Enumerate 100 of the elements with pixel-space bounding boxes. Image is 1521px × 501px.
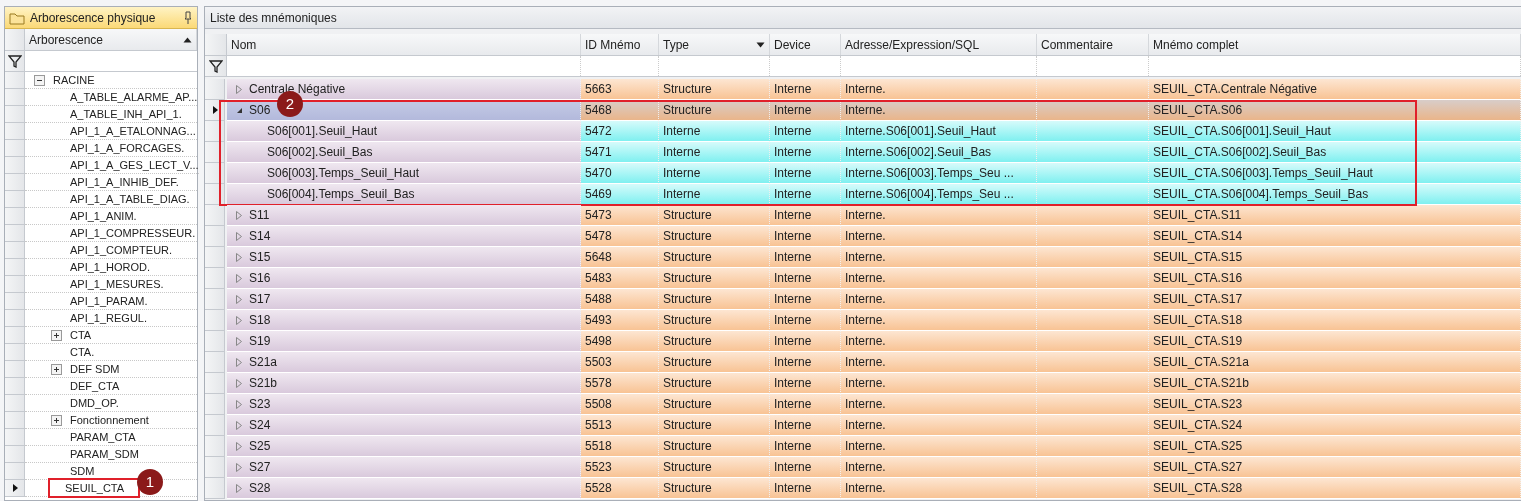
table-cell: Interne bbox=[770, 100, 841, 121]
table-cell: 5513 bbox=[581, 415, 659, 436]
column-header[interactable]: Type bbox=[659, 34, 770, 55]
tree-item[interactable]: API_1_PARAM. bbox=[65, 292, 148, 310]
tree-item[interactable]: API_1_A_GES_LECT_V... bbox=[65, 156, 199, 174]
collapsed-triangle-icon[interactable] bbox=[236, 357, 242, 367]
column-header[interactable]: ID Mnémo bbox=[581, 34, 659, 55]
table-cell: 5648 bbox=[581, 247, 659, 268]
table-row[interactable]: S14 5478 Structure Interne Interne. SEUIL_CTA.S14 bbox=[205, 226, 1521, 247]
table-row[interactable]: S11 5473 Structure Interne Interne. SEUIL_CTA.S11 bbox=[205, 205, 1521, 226]
row-name: S11 bbox=[249, 207, 270, 224]
collapsed-triangle-icon[interactable] bbox=[236, 315, 242, 325]
collapsed-triangle-icon[interactable] bbox=[236, 483, 242, 493]
tree-item[interactable]: API_1_A_TABLE_DIAG. bbox=[65, 190, 190, 208]
tree-item[interactable]: SDM bbox=[65, 462, 95, 480]
tree-item[interactable]: Fonctionnement bbox=[65, 411, 149, 429]
table-cell: 5663 bbox=[581, 79, 659, 100]
table-cell: Interne. bbox=[841, 289, 1037, 310]
table-row[interactable]: S27 5523 Structure Interne Interne. SEUIL_CTA.S27 bbox=[205, 457, 1521, 478]
table-cell: Structure bbox=[659, 226, 770, 247]
collapsed-triangle-icon[interactable] bbox=[236, 231, 242, 241]
row-name: S06[004].Temps_Seuil_Bas bbox=[267, 186, 415, 203]
collapsed-triangle-icon[interactable] bbox=[236, 84, 242, 94]
tree-item[interactable]: API_1_A_FORCAGES. bbox=[65, 139, 185, 157]
table-cell: 5578 bbox=[581, 373, 659, 394]
table-cell: SEUIL_CTA.Centrale Négative bbox=[1149, 79, 1521, 100]
tree-item[interactable]: API_1_A_ETALONNAG... bbox=[65, 122, 196, 140]
expand-icon[interactable] bbox=[51, 414, 62, 426]
table-cell: 5518 bbox=[581, 436, 659, 457]
collapsed-triangle-icon[interactable] bbox=[236, 441, 242, 451]
table-cell: SEUIL_CTA.S11 bbox=[1149, 205, 1521, 226]
table-row[interactable]: S19 5498 Structure Interne Interne. SEUIL_CTA.S19 bbox=[205, 331, 1521, 352]
table-row[interactable]: S28 5528 Structure Interne Interne. SEUIL_CTA.S28 bbox=[205, 478, 1521, 499]
table-cell: SEUIL_CTA.S23 bbox=[1149, 394, 1521, 415]
tree-item[interactable]: API_1_ANIM. bbox=[65, 207, 137, 225]
tree-item[interactable]: PARAM_CTA bbox=[65, 428, 136, 446]
collapsed-triangle-icon[interactable] bbox=[236, 273, 242, 283]
column-header[interactable]: Device bbox=[770, 34, 841, 55]
table-row[interactable]: S21a 5503 Structure Interne Interne. SEUIL_CTA.S21a bbox=[205, 352, 1521, 373]
tree-item[interactable]: DMD_OP. bbox=[65, 394, 119, 412]
table-row[interactable]: S15 5648 Structure Interne Interne. SEUIL_CTA.S15 bbox=[205, 247, 1521, 268]
table-row[interactable]: S24 5513 Structure Interne Interne. SEUIL_CTA.S24 bbox=[205, 415, 1521, 436]
tree-item[interactable]: API_1_MESURES. bbox=[65, 275, 164, 293]
table-row[interactable]: S06[004].Temps_Seuil_Bas 5469 Interne Interne Interne.S06[004].Temps_Seu ... SEUIL_CTA.S06[004].Temps_Seuil_Bas bbox=[205, 184, 1521, 205]
tree-item[interactable]: API_1_REGUL. bbox=[65, 309, 148, 327]
table-row[interactable]: S06 2 5468 Structure Interne Interne. SEUIL_CTA.S06 bbox=[205, 100, 1521, 121]
collapsed-triangle-icon[interactable] bbox=[236, 399, 242, 409]
table-row[interactable]: S17 5488 Structure Interne Interne. SEUIL_CTA.S17 bbox=[205, 289, 1521, 310]
tree-item[interactable]: A_TABLE_ALARME_AP... bbox=[65, 88, 198, 106]
callout-badge: 1 bbox=[137, 469, 163, 495]
table-row[interactable]: S18 5493 Structure Interne Interne. SEUIL_CTA.S18 bbox=[205, 310, 1521, 331]
tree-item[interactable]: DEF_CTA bbox=[65, 377, 120, 395]
tree-item[interactable]: CTA bbox=[65, 326, 92, 344]
column-header[interactable]: Adresse/Expression/SQL bbox=[841, 34, 1037, 55]
collapsed-triangle-icon[interactable] bbox=[236, 252, 242, 262]
tree-item[interactable]: SEUIL_CTA bbox=[48, 477, 141, 499]
table-cell: Structure bbox=[659, 373, 770, 394]
column-header[interactable]: Mnémo complet bbox=[1149, 34, 1521, 55]
column-header[interactable]: Nom bbox=[227, 34, 581, 55]
expand-icon[interactable] bbox=[51, 329, 62, 341]
column-header[interactable]: Arborescence bbox=[25, 29, 197, 50]
collapsed-triangle-icon[interactable] bbox=[236, 336, 242, 346]
table-cell: Structure bbox=[659, 268, 770, 289]
table-row[interactable]: S25 5518 Structure Interne Interne. SEUIL_CTA.S25 bbox=[205, 436, 1521, 457]
table-cell: 5503 bbox=[581, 352, 659, 373]
table-row[interactable]: S23 5508 Structure Interne Interne. SEUIL_CTA.S23 bbox=[205, 394, 1521, 415]
tree-item[interactable]: API_1_COMPTEUR. bbox=[65, 241, 173, 259]
tree-item[interactable]: RACINE bbox=[48, 71, 95, 89]
expand-icon[interactable] bbox=[51, 363, 62, 375]
row-header[interactable] bbox=[5, 480, 25, 497]
tree-item[interactable]: PARAM_SDM bbox=[65, 445, 139, 463]
collapse-icon[interactable] bbox=[34, 74, 45, 86]
table-row[interactable]: S21b 5578 Structure Interne Interne. SEUIL_CTA.S21b bbox=[205, 373, 1521, 394]
collapsed-triangle-icon[interactable] bbox=[236, 378, 242, 388]
tree-item[interactable]: API_1_A_INHIB_DEF. bbox=[65, 173, 179, 191]
row-name: S24 bbox=[249, 417, 271, 434]
tree-item[interactable]: A_TABLE_INH_API_1. bbox=[65, 105, 182, 123]
row-name: S19 bbox=[249, 333, 271, 350]
table-cell: Structure bbox=[659, 352, 770, 373]
tree-item[interactable]: API_1_COMPRESSEUR. bbox=[65, 224, 196, 242]
table-row[interactable]: S06[002].Seuil_Bas 5471 Interne Interne Interne.S06[002].Seuil_Bas SEUIL_CTA.S06[002].Seuil_Bas bbox=[205, 142, 1521, 163]
pin-icon[interactable] bbox=[183, 10, 193, 25]
table-row[interactable]: Centrale Négative 5663 Structure Interne Interne. SEUIL_CTA.Centrale Négative bbox=[205, 79, 1521, 100]
table-row[interactable]: S06[003].Temps_Seuil_Haut 5470 Interne Interne Interne.S06[003].Temps_Seu ... SEUIL_CTA.S06[003].Temps_Seuil_Haut bbox=[205, 163, 1521, 184]
table-cell: Structure bbox=[659, 79, 770, 100]
collapsed-triangle-icon[interactable] bbox=[236, 294, 242, 304]
tree-item[interactable]: API_1_HOROD. bbox=[65, 258, 151, 276]
table-row[interactable]: S16 5483 Structure Interne Interne. SEUIL_CTA.S16 bbox=[205, 268, 1521, 289]
table-row[interactable]: S06[001].Seuil_Haut 5472 Interne Interne Interne.S06[001].Seuil_Haut SEUIL_CTA.S06[001].Seuil_Haut bbox=[205, 121, 1521, 142]
table-cell: Interne. bbox=[841, 352, 1037, 373]
tree-item[interactable]: DEF SDM bbox=[65, 360, 120, 378]
table-cell: 5469 bbox=[581, 184, 659, 205]
collapsed-triangle-icon[interactable] bbox=[236, 210, 242, 220]
row-name: S18 bbox=[249, 312, 271, 329]
column-header[interactable]: Commentaire bbox=[1037, 34, 1149, 55]
tree-item[interactable]: CTA. bbox=[65, 343, 95, 361]
collapsed-triangle-icon[interactable] bbox=[236, 420, 242, 430]
table-cell: 5493 bbox=[581, 310, 659, 331]
expanded-triangle-icon[interactable] bbox=[235, 106, 243, 114]
collapsed-triangle-icon[interactable] bbox=[236, 462, 242, 472]
